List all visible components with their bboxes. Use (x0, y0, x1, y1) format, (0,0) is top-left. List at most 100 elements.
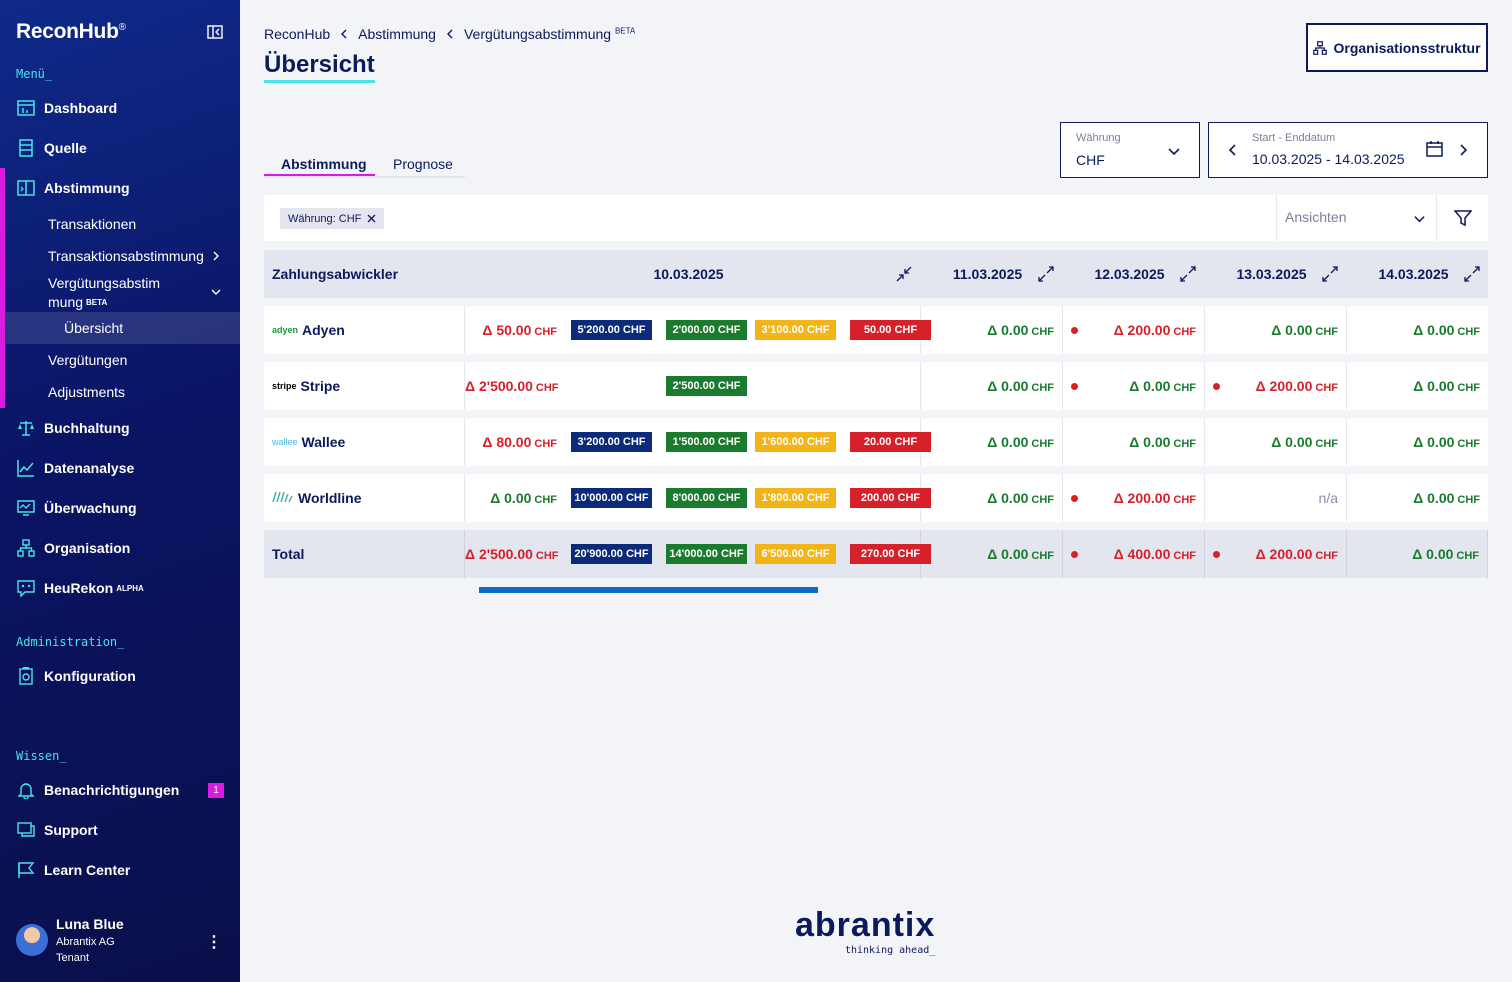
nav-organisation[interactable]: Organisation (16, 536, 226, 560)
day-cell[interactable]: Δ 400.00 CHF (1063, 530, 1205, 578)
views-select[interactable]: Ansichten (1276, 195, 1436, 241)
day-cell[interactable]: Δ 0.00 CHF (1063, 418, 1205, 466)
amount-pill[interactable]: 1'800.00 CHF (755, 488, 836, 508)
expand-icon[interactable] (1180, 266, 1196, 282)
nav-learn-center[interactable]: Learn Center (16, 858, 226, 882)
table-row[interactable]: adyen Adyen Δ 50.00 CHF 5'200.00 CHF 2'000.00… (264, 306, 1488, 354)
chevron-right-icon[interactable] (210, 250, 222, 262)
nav-konfiguration[interactable]: Konfiguration (16, 664, 226, 688)
nav-benachrichtigungen[interactable]: Benachrichtigungen (16, 778, 226, 802)
sidebar-item-uebersicht[interactable]: Übersicht (64, 320, 123, 336)
day-cell-expanded[interactable]: Δ 80.00 CHF 3'200.00 CHF 1'500.00 CHF 1'600.… (465, 418, 931, 466)
filter-chip[interactable]: Währung: CHF (280, 208, 385, 229)
amount-pill[interactable]: 2'500.00 CHF (666, 376, 747, 396)
total-row[interactable]: Total Δ 2'500.00 CHF 20'900.00 CHF 14'000.00… (264, 530, 1488, 578)
nav-label: Dashboard (44, 100, 118, 116)
sidebar-item-verguetungsabstimmung[interactable]: Vergütungsabstim mung BETA (48, 274, 160, 312)
amount-pill[interactable]: 2'000.00 CHF (666, 320, 747, 340)
day-cell-expanded[interactable]: Δ 2'500.00 CHF 2'500.00 CHF (465, 362, 921, 410)
nav-abstimmung[interactable]: Abstimmung (16, 176, 226, 200)
amount-pill[interactable]: 270.00 CHF (850, 544, 931, 564)
day-cell[interactable]: Δ 200.00 CHF (1063, 474, 1205, 522)
column-header[interactable]: 10.03.2025 (465, 250, 921, 298)
expand-icon[interactable] (1038, 266, 1054, 282)
currency-select[interactable]: Währung CHF (1060, 122, 1200, 178)
table-row[interactable]: wallee Wallee Δ 80.00 CHF 3'200.00 CHF 1'500.… (264, 418, 1488, 466)
app-logo[interactable]: ReconHub® (16, 20, 126, 44)
nav-dashboard[interactable]: Dashboard (16, 96, 226, 120)
day-cell[interactable]: Δ 0.00 CHF (1205, 418, 1347, 466)
amount-pill[interactable]: 20.00 CHF (850, 432, 931, 452)
column-header[interactable]: 14.03.2025 (1347, 250, 1488, 298)
day-cell[interactable]: Δ 0.00 CHF (1347, 306, 1488, 354)
delta-value: Δ 0.00 CHF (987, 434, 1054, 450)
prev-period-icon[interactable] (1227, 143, 1239, 157)
organisationsstruktur-button[interactable]: Organisationsstruktur (1306, 23, 1488, 72)
day-cell[interactable]: Δ 0.00 CHF (1205, 306, 1347, 354)
breadcrumb-item[interactable]: Abstimmung (358, 26, 436, 42)
column-header[interactable]: 11.03.2025 (921, 250, 1063, 298)
sidebar-item-transaktionsabstimmung[interactable]: Transaktionsabstimmung (48, 248, 204, 264)
day-cell[interactable]: Δ 0.00 CHF (921, 418, 1063, 466)
close-icon[interactable] (367, 214, 376, 223)
column-header[interactable]: 13.03.2025 (1205, 250, 1347, 298)
table-row[interactable]: stripe Stripe Δ 2'500.00 CHF 2'500.00 CHF Δ 0… (264, 362, 1488, 410)
sidebar-item-transaktionen[interactable]: Transaktionen (48, 216, 136, 232)
amount-pill[interactable]: 5'200.00 CHF (571, 320, 652, 340)
amount-pill[interactable]: 1'600.00 CHF (755, 432, 836, 452)
sidebar-item-verguetungen[interactable]: Vergütungen (48, 352, 127, 368)
day-cell[interactable]: Δ 0.00 CHF (921, 306, 1063, 354)
expand-icon[interactable] (1322, 266, 1338, 282)
provider-name: Wallee (301, 434, 346, 450)
expand-icon[interactable] (1464, 266, 1480, 282)
next-period-icon[interactable] (1457, 143, 1469, 157)
day-cell-expanded[interactable]: Δ 50.00 CHF 5'200.00 CHF 2'000.00 CHF 3'100.… (465, 306, 931, 354)
nav-heurekon[interactable]: HeuRekon ALPHA (16, 576, 226, 600)
day-cell-expanded[interactable]: Δ 0.00 CHF 10'000.00 CHF 8'000.00 CHF 1'800.… (465, 474, 931, 522)
amount-pill[interactable]: 14'000.00 CHF (666, 544, 747, 564)
nav-quelle[interactable]: Quelle (16, 136, 226, 160)
breadcrumb-item[interactable]: Vergütungsabstimmung BETA (464, 26, 635, 42)
day-cell[interactable]: Δ 0.00 CHF (1347, 362, 1488, 410)
amount-pill[interactable]: 8'000.00 CHF (666, 488, 747, 508)
worldline-logo (272, 491, 294, 505)
table-row[interactable]: Worldline Δ 0.00 CHF 10'000.00 CHF 8'000.00 … (264, 474, 1488, 522)
day-cell[interactable]: Δ 0.00 CHF (921, 530, 1063, 578)
amount-pill[interactable]: 20'900.00 CHF (571, 544, 652, 564)
nav-ueberwachung[interactable]: Überwachung (16, 496, 226, 520)
amount-pill[interactable]: 1'500.00 CHF (666, 432, 747, 452)
day-cell-expanded[interactable]: Δ 2'500.00 CHF 20'900.00 CHF 14'000.00 CHF 6… (465, 530, 931, 578)
nav-support[interactable]: Support (16, 818, 226, 842)
day-cell[interactable]: Δ 200.00 CHF (1063, 306, 1205, 354)
day-cell[interactable]: Δ 0.00 CHF (921, 474, 1063, 522)
day-cell[interactable]: Δ 200.00 CHF (1205, 530, 1347, 578)
amount-pill[interactable]: 3'200.00 CHF (571, 432, 652, 452)
filter-button[interactable] (1436, 195, 1488, 241)
collapse-icon[interactable] (896, 266, 912, 282)
day-cell[interactable]: Δ 0.00 CHF (1347, 530, 1488, 578)
column-header[interactable]: 12.03.2025 (1063, 250, 1205, 298)
day-cell[interactable]: Δ 0.00 CHF (1347, 418, 1488, 466)
calendar-icon[interactable] (1426, 140, 1443, 157)
amount-pill[interactable]: 200.00 CHF (850, 488, 931, 508)
breadcrumb-item[interactable]: ReconHub (264, 26, 330, 42)
chevron-down-icon[interactable] (210, 286, 222, 298)
day-cell[interactable]: Δ 200.00 CHF (1205, 362, 1347, 410)
day-cell[interactable]: n/a (1205, 474, 1347, 522)
tab-abstimmung[interactable]: Abstimmung (281, 156, 367, 172)
day-cell[interactable]: Δ 0.00 CHF (921, 362, 1063, 410)
user-menu-icon[interactable]: ⋮ (206, 932, 222, 952)
sidebar-item-adjustments[interactable]: Adjustments (48, 384, 125, 400)
amount-pill[interactable]: 3'100.00 CHF (755, 320, 836, 340)
day-cell[interactable]: Δ 0.00 CHF (1063, 362, 1205, 410)
amount-pill[interactable]: 10'000.00 CHF (571, 488, 652, 508)
amount-pill[interactable]: 50.00 CHF (850, 320, 931, 340)
nav-datenanalyse[interactable]: Datenanalyse (16, 456, 226, 480)
horizontal-scrollbar[interactable] (479, 587, 818, 593)
nav-buchhaltung[interactable]: Buchhaltung (16, 416, 226, 440)
daterange-picker[interactable]: Start - Enddatum 10.03.2025 - 14.03.2025 (1208, 122, 1488, 178)
day-cell[interactable]: Δ 0.00 CHF (1347, 474, 1488, 522)
amount-pill[interactable]: 6'500.00 CHF (755, 544, 836, 564)
tab-prognose[interactable]: Prognose (393, 156, 453, 172)
collapse-sidebar-icon[interactable] (207, 24, 223, 40)
